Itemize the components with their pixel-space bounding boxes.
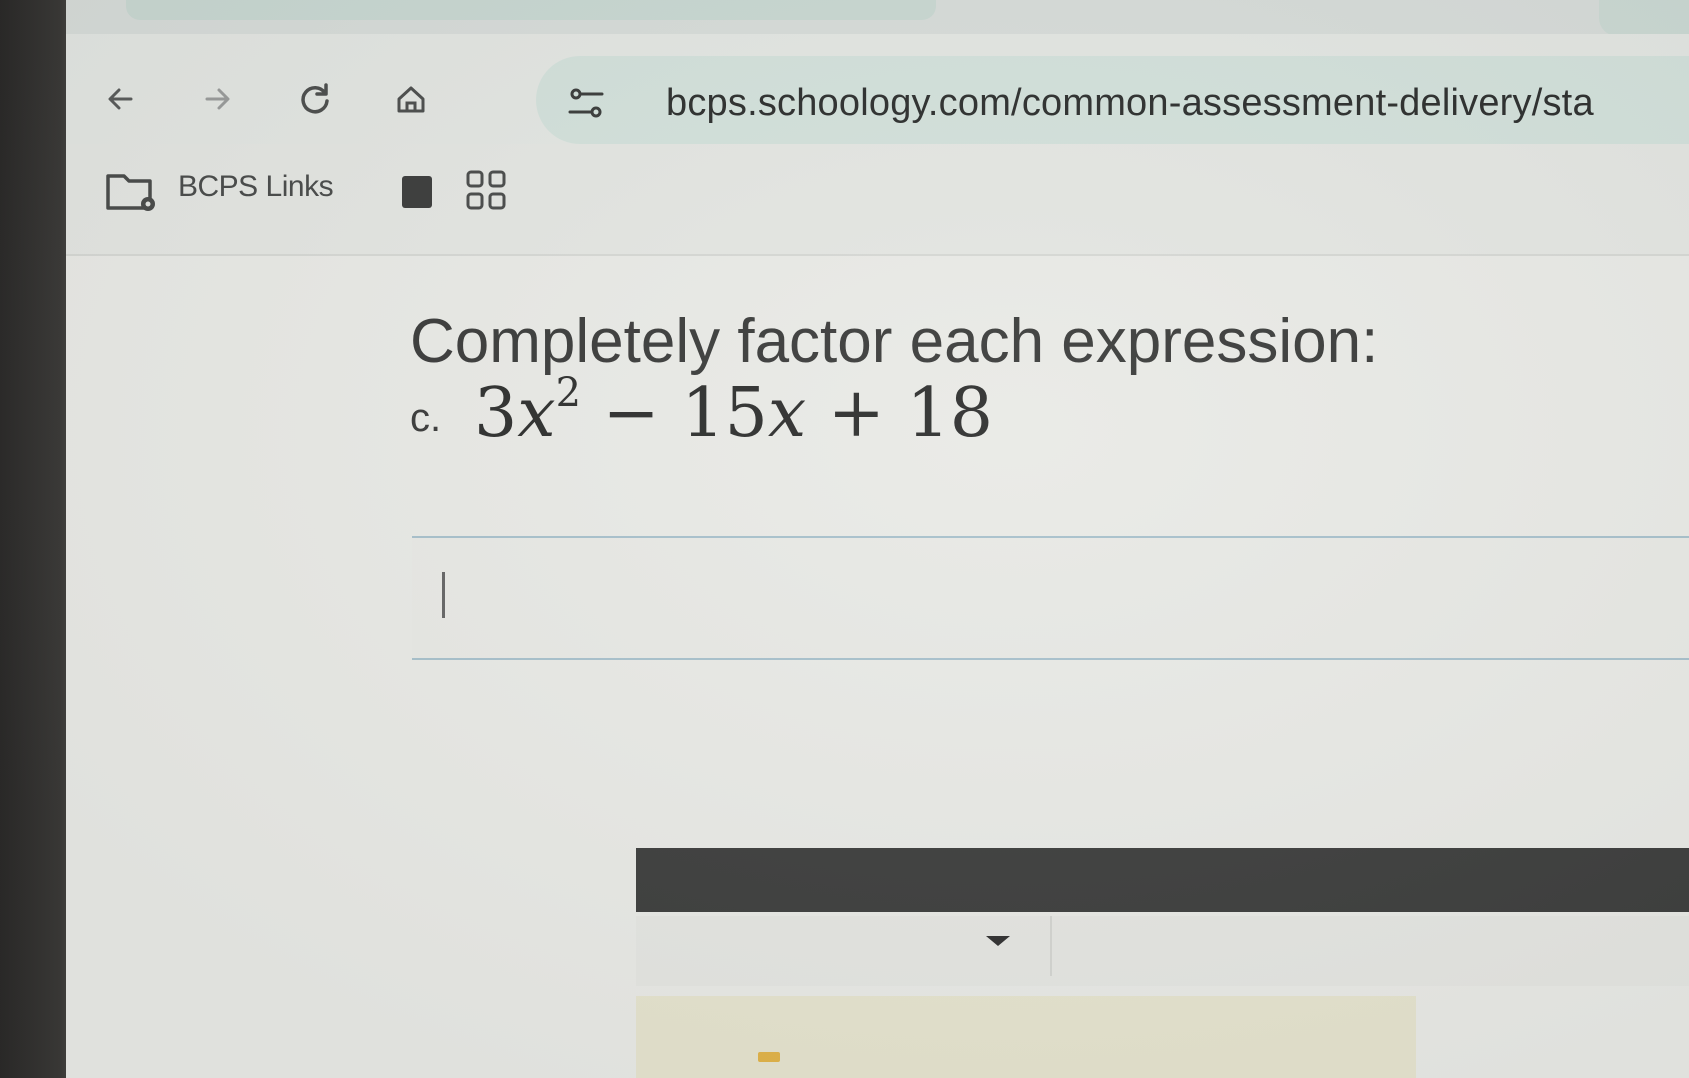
expr-var-1: x [517, 374, 556, 453]
home-icon[interactable] [386, 74, 436, 124]
expr-exponent: 2 [555, 370, 582, 416]
address-bar[interactable]: bcps.schoology.com/common-assessment-del… [536, 56, 1689, 144]
tune-icon[interactable] [564, 82, 608, 126]
divider [1050, 916, 1052, 976]
toolbar-bar [636, 848, 1689, 912]
question-prompt: Completely factor each expression: [410, 307, 1379, 376]
screen: bcps.schoology.com/common-assessment-del… [0, 0, 1689, 1078]
expr-op-minus: − [602, 374, 660, 453]
apps-grid-icon[interactable] [464, 168, 508, 212]
expr-op-plus: + [827, 374, 885, 453]
bookmarks-bar: BCPS Links [66, 144, 1689, 256]
item-label: c. [410, 396, 442, 440]
math-expression: 3x2 − 15x + 18 [474, 373, 993, 453]
expr-coef-2: 15 [681, 374, 768, 453]
bookmark-folder-bcps-links[interactable]: BCPS Links [178, 170, 334, 204]
expr-coef-1: 3 [474, 374, 518, 453]
expr-constant: 18 [906, 374, 993, 453]
forward-arrow-icon[interactable] [192, 74, 242, 124]
chevron-down-icon[interactable] [986, 936, 1010, 946]
active-tab[interactable] [126, 0, 936, 20]
browser-window: bcps.schoology.com/common-assessment-del… [66, 0, 1689, 1078]
answer-input[interactable] [412, 536, 1689, 660]
bookmark-square-icon[interactable] [402, 176, 432, 208]
expr-var-2: x [767, 374, 807, 453]
dropdown[interactable] [636, 916, 1689, 986]
assessment-content: Completely factor each expression: c. 3x… [66, 256, 1689, 1078]
reload-icon[interactable] [290, 74, 340, 124]
url-text[interactable]: bcps.schoology.com/common-assessment-del… [666, 82, 1594, 125]
highlight-panel [636, 996, 1416, 1078]
window-control[interactable] [1599, 0, 1689, 36]
marker-icon [758, 1052, 780, 1062]
text-caret [442, 572, 445, 618]
tab-strip [66, 0, 1689, 36]
back-arrow-icon[interactable] [96, 74, 146, 124]
browser-toolbar: bcps.schoology.com/common-assessment-del… [66, 34, 1689, 144]
managed-folder-icon [106, 174, 155, 211]
